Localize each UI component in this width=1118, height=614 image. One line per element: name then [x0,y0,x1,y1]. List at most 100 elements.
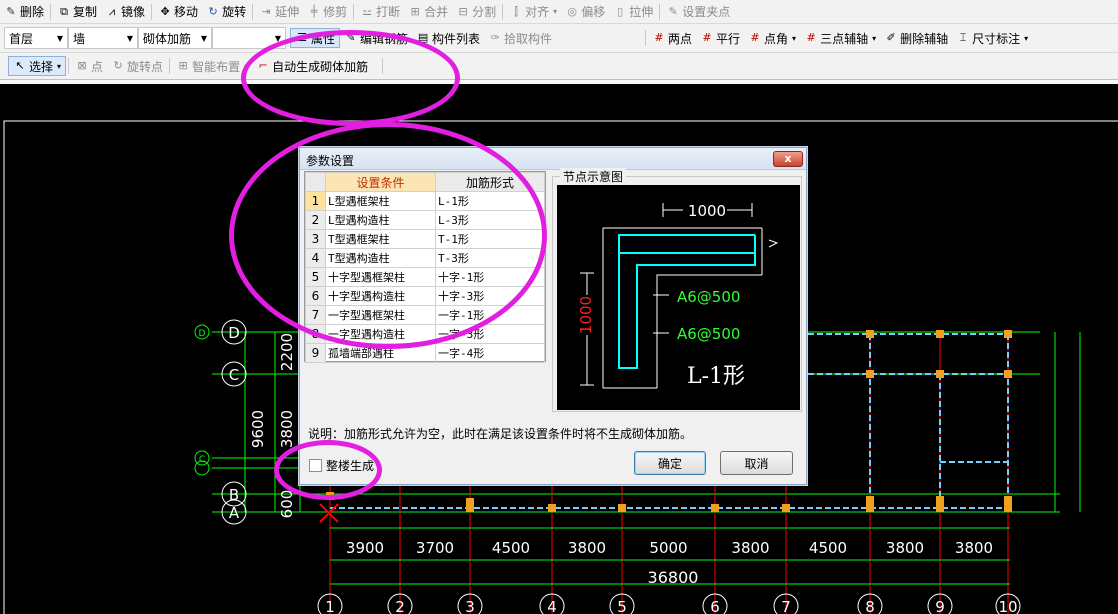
total-dimension-text: 36800 [648,568,699,587]
table-row[interactable]: 8 一字型遇构造柱 一字-3形 [305,324,545,344]
rebar-form-column-header[interactable]: 加筋形式 [435,172,545,192]
rotate-point-button[interactable]: ↻ 旋转点 [107,56,167,76]
set-grip-button[interactable]: ✎ 设置夹点 [662,2,734,22]
ok-button[interactable]: 确定 [634,451,706,475]
axis-row-labels: D C BA [221,319,247,525]
axis-column-label: 5 [617,598,627,614]
row-number[interactable]: 3 [305,229,326,249]
component-name-select[interactable]: ▼ [212,27,286,49]
rebar-form-cell[interactable]: T-1形 [435,229,545,249]
close-button[interactable]: x [773,151,803,167]
table-row[interactable]: 3 T型遇框架柱 T-1形 [305,229,545,249]
row-number[interactable]: 2 [305,210,326,230]
rebar-form-cell[interactable]: 一字-4形 [435,343,545,363]
column-dimension-text: 3700 [416,539,454,557]
delete-button[interactable]: ✎ 删除 [0,2,48,22]
point-icon: ⊠ [77,59,87,72]
rebar-form-cell[interactable]: 一字-1形 [435,305,545,325]
rebar-form-cell[interactable]: L-3形 [435,210,545,230]
row-number[interactable]: 5 [305,267,326,287]
column-dimension-texts: 3900 3700 4500 3800 5000 3800 4500 3800 3800 [346,539,993,557]
split-button[interactable]: ⊟ 分割 [452,2,500,22]
row-number[interactable]: 1 [305,191,326,211]
rotate-button[interactable]: ↻ 旋转 [202,2,250,22]
whole-building-label: 整楼生成 [326,459,375,473]
offset-button[interactable]: ◎ 偏移 [561,2,609,22]
move-icon: ✥ [160,4,170,18]
cursor-icon: ↖ [15,59,25,72]
row-number[interactable]: 9 [305,343,326,363]
table-row[interactable]: 7 一字型遇框架柱 一字-1形 [305,305,545,325]
separator [659,3,661,20]
table-row[interactable]: 2 L型遇构造柱 L-3形 [305,210,545,230]
delete-axis-button[interactable]: ✐ 删除辅轴 [880,28,952,48]
node-diagram-legend: 节点示意图 [560,168,627,185]
floor-select[interactable]: 首层 ▼ [4,27,68,49]
table-row[interactable]: 1 L型遇框架柱 L-1形 [305,191,545,211]
rebar-form-cell[interactable]: 十字-3形 [435,286,545,306]
row-dimension-texts: 2200 9600 3800 600 [249,333,296,518]
merge-button[interactable]: ⊞ 合并 [404,2,452,22]
properties-button[interactable]: ☰ 属性 [290,28,341,48]
dialog-title: 参数设置 [306,154,355,168]
three-point-icon: # [806,31,816,44]
row-number[interactable]: 8 [305,324,326,344]
chevron-down-icon: ▼ [56,33,63,43]
axis-tools: # 两点 # 平行 # 点角 ▾ # 三点辅轴 ▾ ✐ 删除辅轴 ⌶ 尺寸标注 ▾ [643,28,1032,48]
row-dimension-text: 3800 [278,410,296,448]
two-point-icon: # [654,31,664,44]
mirror-button[interactable]: ⩘ 镜像 [101,2,149,22]
chevron-down-icon: ▾ [57,61,62,71]
point-button[interactable]: ⊠ 点 [71,56,107,76]
trim-icon: ╪ [310,4,318,18]
row-number[interactable]: 4 [305,248,326,268]
component-type-select[interactable]: 砌体加筋 ▼ [138,27,212,49]
three-point-axis-button[interactable]: # 三点辅轴 ▾ [800,28,880,48]
smart-layout-icon: ⊞ [178,59,188,72]
condition-column-header[interactable]: 设置条件 [325,172,436,192]
copy-button[interactable]: ⧉ 复制 [53,2,101,22]
parallel-axis-button[interactable]: # 平行 [696,28,744,48]
edit-rebar-button[interactable]: ✎ 编辑钢筋 [340,28,412,48]
dialog-title-bar[interactable]: 参数设置 x [300,148,806,170]
rebar-form-cell[interactable]: 一字-3形 [435,324,545,344]
column-dimension-text: 3800 [731,539,769,557]
break-button[interactable]: ⚍ 打断 [356,2,404,22]
align-button[interactable]: ⫿ 对齐 ▾ [505,2,561,22]
origin-x-marker [319,503,339,523]
row-number[interactable]: 6 [305,286,326,306]
smart-layout-button[interactable]: ⊞ 智能布置 ▾ [172,56,252,76]
separator [169,58,171,74]
category-select[interactable]: 墙 ▼ [68,27,138,49]
trim-button[interactable]: ╪ 修剪 [303,2,351,22]
select-button[interactable]: ↖ 选择 ▾ [8,56,67,76]
stretch-button[interactable]: ▯ 拉伸 [609,2,657,22]
table-row[interactable]: 6 十字型遇构造柱 十字-3形 [305,286,545,306]
whole-building-checkbox[interactable] [309,459,322,472]
rotate-icon: ↻ [208,4,218,18]
extend-button[interactable]: ⇥ 延伸 [255,2,303,22]
rebar-form-cell[interactable]: 十字-1形 [435,267,545,287]
condition-cell: 一字型遇框架柱 [325,305,436,325]
axis-column-labels: 1 2 3 4 5 6 7 8 9 10 [317,593,1021,614]
two-point-axis-button[interactable]: # 两点 [648,28,696,48]
pick-component-button[interactable]: ✑ 拾取构件 [484,28,556,48]
point-angle-axis-button[interactable]: # 点角 ▾ [744,28,800,48]
table-row[interactable]: 5 十字型遇框架柱 十字-1形 [305,267,545,287]
chevron-down-icon: ▼ [126,33,133,43]
break-icon: ⚍ [362,4,373,18]
dimension-button[interactable]: ⌶ 尺寸标注 ▾ [952,28,1032,48]
whole-building-option[interactable]: 整楼生成 [309,457,374,474]
align-icon: ⫿ [514,4,518,18]
move-button[interactable]: ✥ 移动 [154,2,202,22]
table-header-row: 设置条件 加筋形式 [305,172,545,192]
component-list-button[interactable]: ▤ 构件列表 [412,28,484,48]
left-dimension-label: 1000 [577,296,595,334]
cancel-button[interactable]: 取消 [720,451,793,475]
table-row[interactable]: 9 孤墙端部遇柱 一字-4形 [305,343,545,363]
auto-generate-masonry-rebar-button[interactable]: ⌐ 自动生成砌体加筋 [252,56,372,76]
row-number[interactable]: 7 [305,305,326,325]
table-row[interactable]: 4 T型遇构造柱 T-3形 [305,248,545,268]
rebar-form-cell[interactable]: L-1形 [435,191,545,211]
rebar-form-cell[interactable]: T-3形 [435,248,545,268]
